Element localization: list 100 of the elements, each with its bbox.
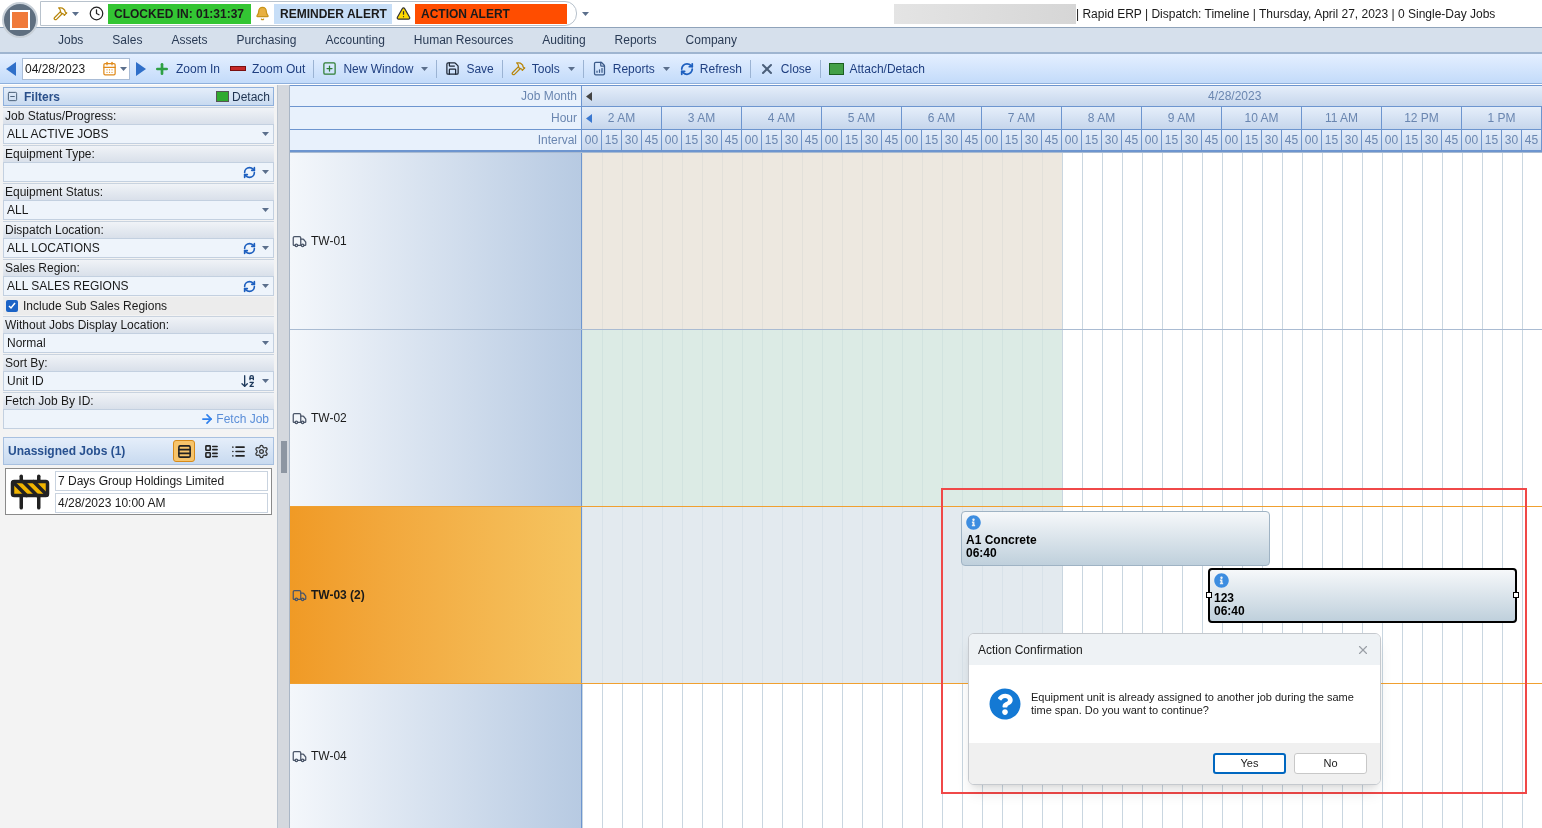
dropdown-caret-icon [262,341,269,345]
previous-day-icon[interactable] [6,61,16,76]
interval-header: 00 [1462,130,1482,150]
job-card[interactable]: 7 Days Group Holdings Limited 4/28/2023 10:00 AM [5,468,272,515]
menu-item[interactable]: Auditing [541,31,587,49]
field-label: Without Jobs Display Location: [5,317,170,334]
scroll-left-icon[interactable] [586,91,592,101]
interval-header: 45 [802,130,822,150]
resize-handle[interactable] [1206,592,1212,598]
window-title: | Rapid ERP | Dispatch: Timeline | Thursday, April 27, 2023 | 0 Single-Day Jobs [1076,5,1496,23]
unit-row-header[interactable]: TW-02 [290,330,582,506]
checkbox[interactable] [6,300,18,312]
detach-button[interactable]: Detach [215,87,270,106]
menu-item[interactable]: Company [684,31,738,49]
date-header: 4/28/2023 [1208,88,1262,105]
interval-header: 00 [1302,130,1322,150]
date-field[interactable]: 04/28/2023 [22,57,130,80]
dialog-button[interactable]: No [1294,753,1367,774]
dropdown-field[interactable] [3,162,274,182]
interval-header: 45 [962,130,982,150]
info-icon [1214,573,1229,588]
interval-header: 30 [1022,130,1042,150]
toolbar-button[interactable]: Refresh [677,57,744,80]
dropdown-field[interactable]: ALL LOCATIONS [3,238,274,258]
collapse-icon[interactable] [7,91,18,102]
interval-header: 15 [1002,130,1022,150]
dialog-button[interactable]: Yes [1213,753,1286,774]
interval-header: 15 [1402,130,1422,150]
menu-item[interactable]: Jobs [57,31,85,49]
dropdown-field[interactable]: Normal [3,333,274,353]
hour-header: 6 AM [927,110,956,127]
interval-header: 45 [1042,130,1062,150]
hour-header: 5 AM [847,110,876,127]
menu-item[interactable]: Human Resources [412,31,515,49]
refresh-icon[interactable] [243,279,256,293]
toolbar-button[interactable]: Reports [589,57,672,80]
dropdown-caret-icon [262,246,269,250]
menu-item[interactable]: Assets [170,31,209,49]
job-title: 123 [1214,592,1236,605]
dropdown-caret-icon [262,284,269,288]
hour-header: 1 PM [1487,110,1516,127]
reminder-alert[interactable]: REMINDER ALERT [274,3,392,24]
save-icon [445,61,461,76]
toolbar-button[interactable]: Tools [508,57,577,80]
list-view-icon [176,443,192,459]
field-label: Equipment Type: [5,146,95,163]
new-window-icon [322,61,338,76]
refresh-icon[interactable] [243,165,256,179]
toolbar-button[interactable]: Zoom In [152,57,222,80]
dropdown-field[interactable]: Unit ID [3,371,274,391]
unit-row-header[interactable]: TW-01 [290,153,582,329]
unit-row-header[interactable]: TW-04 [290,684,582,828]
menu-item[interactable]: Sales [111,31,144,49]
interval-header: 00 [1222,130,1242,150]
toolbar-button[interactable]: Save [443,57,496,80]
toolbar-button[interactable]: Close [756,57,814,80]
field-label: Equipment Status: [5,184,104,201]
toolbar-button[interactable]: Zoom Out [228,57,308,80]
dropdown-field[interactable]: ALL ACTIVE JOBS [3,124,274,144]
menu-item[interactable]: Purchasing [235,31,298,49]
header-label: Interval [537,132,577,149]
dropdown-caret-icon[interactable] [421,66,429,71]
resize-handle[interactable] [1513,592,1519,598]
hour-header: 2 AM [607,110,636,127]
action-alert[interactable]: ACTION ALERT [415,3,567,24]
view-toggle[interactable] [173,440,195,462]
toolbar-button[interactable]: New Window [320,57,431,80]
minus-icon [230,66,246,71]
job-time: 06:40 [966,547,998,560]
interval-header: 00 [902,130,922,150]
interval-header: 15 [1242,130,1262,150]
bell-icon [255,6,270,21]
job-card[interactable]: A1 Concrete 06:40 [961,511,1270,566]
interval-header: 30 [622,130,642,150]
dropdown-caret-icon [262,208,269,212]
dropdown-caret-icon [262,170,269,174]
clocked-in-status[interactable]: CLOCKED IN: 01:31:37 [108,3,251,24]
menu-item[interactable]: Reports [613,31,658,49]
calendar-icon[interactable] [102,61,117,76]
job-card[interactable]: 123 06:40 [1208,568,1517,623]
menu-item[interactable]: Accounting [324,31,386,49]
interval-header: 30 [1502,130,1522,150]
dropdown-field[interactable]: ALL [3,200,274,220]
toolbar-button[interactable]: Attach/Detach [826,57,927,80]
plus-icon [154,60,170,77]
interval-header: 30 [1422,130,1442,150]
scroll-left-icon[interactable] [586,113,592,123]
refresh-icon[interactable] [243,241,256,255]
next-day-icon[interactable] [136,61,146,76]
dropdown-field[interactable]: ALL SALES REGIONS [3,276,274,296]
section-title: Unassigned Jobs (1) [8,443,127,460]
dropdown-caret-icon[interactable] [662,66,670,71]
interval-header: 15 [602,130,622,150]
header-label: Job Month [520,88,577,105]
app-logo[interactable] [2,2,38,38]
sort-icon[interactable] [240,373,256,389]
dropdown-caret-icon[interactable] [567,66,575,71]
settings-icon[interactable] [254,443,269,459]
unit-row-header[interactable]: TW-03 (2) [290,507,582,683]
window-icon [215,91,229,102]
